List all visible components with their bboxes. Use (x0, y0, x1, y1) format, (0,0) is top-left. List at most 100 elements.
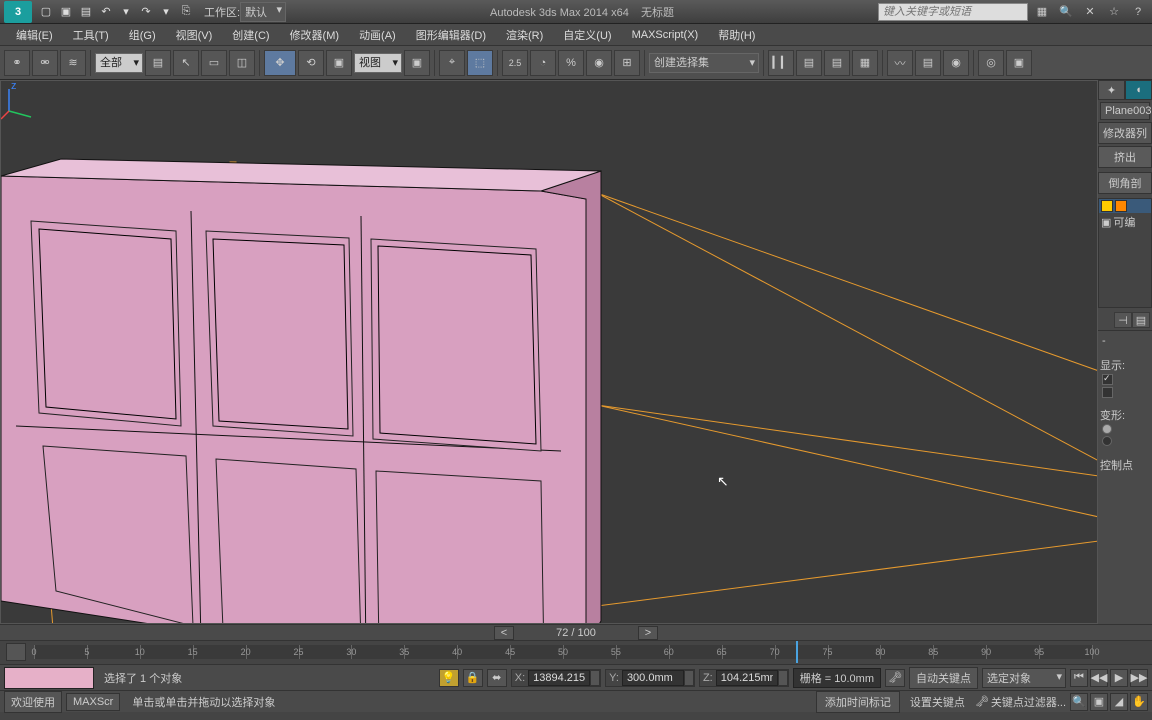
menu-modifiers[interactable]: 修改器(M) (280, 25, 350, 45)
material-editor-icon[interactable]: ◉ (943, 50, 969, 76)
link-icon[interactable]: ⎘ (177, 3, 195, 21)
use-pivot-icon[interactable]: ▣ (404, 50, 430, 76)
time-slider[interactable]: 0510152025303540455055606570758085909510… (0, 640, 1152, 664)
eye-icon[interactable] (1101, 200, 1113, 212)
prev-frame-icon[interactable]: ◀◀ (1090, 669, 1108, 687)
app-icon[interactable]: 3 (4, 1, 32, 23)
percent-snap-icon[interactable]: % (558, 50, 584, 76)
add-time-tag-button[interactable]: 添加时间标记 (816, 691, 900, 713)
menu-customize[interactable]: 自定义(U) (553, 25, 621, 45)
layer-manager-icon[interactable]: ▦ (852, 50, 878, 76)
redo-drop-icon[interactable]: ▾ (157, 3, 175, 21)
stack-header[interactable] (1099, 199, 1151, 213)
search-icon[interactable]: 🔍 (1058, 4, 1074, 20)
keyboard-shortcut-icon[interactable]: ⬚ (467, 50, 493, 76)
select-cursor-icon[interactable]: ↖ (173, 50, 199, 76)
display-check-2[interactable] (1102, 387, 1113, 398)
named-selection-set[interactable]: 创建选择集 (649, 53, 759, 73)
range-left-arrow[interactable]: < (494, 626, 514, 640)
angle-snap-icon[interactable]: ◔ (530, 50, 556, 76)
render-frame-icon[interactable]: ▣ (1006, 50, 1032, 76)
menu-animation[interactable]: 动画(A) (349, 25, 406, 45)
next-frame-icon[interactable]: ▶▶ (1130, 669, 1148, 687)
deform-radio-2[interactable] (1102, 436, 1112, 446)
menu-view[interactable]: 视图(V) (166, 25, 223, 45)
selection-lock-icon[interactable]: 🔒 (463, 669, 483, 687)
pin-stack-icon[interactable]: ⊣ (1114, 312, 1132, 328)
absolute-mode-icon[interactable]: ⬌ (487, 669, 507, 687)
app-small-icon[interactable]: ▦ (1034, 4, 1050, 20)
lock-toggle-icon[interactable]: 💡 (439, 669, 459, 687)
time-config-icon[interactable] (6, 643, 26, 661)
menu-create[interactable]: 创建(C) (222, 25, 279, 45)
tab-create-icon[interactable]: ✦ (1098, 80, 1125, 100)
bulb-icon[interactable] (1115, 200, 1127, 212)
modifier-stack[interactable]: ▣可编 (1098, 198, 1152, 308)
open-icon[interactable]: ▣ (57, 3, 75, 21)
new-icon[interactable]: ▢ (37, 3, 55, 21)
extrude-button[interactable]: 挤出 (1098, 146, 1152, 168)
config-stack-icon[interactable]: ▤ (1132, 312, 1150, 328)
search-input[interactable] (878, 3, 1028, 21)
save-icon[interactable]: ▤ (77, 3, 95, 21)
menu-maxscript[interactable]: MAXScript(X) (622, 27, 709, 43)
x-input[interactable] (528, 670, 590, 686)
workspace-select[interactable]: 默认 (240, 2, 286, 22)
undo-drop-icon[interactable]: ▾ (117, 3, 135, 21)
layers-icon[interactable]: ▤ (824, 50, 850, 76)
window-crossing-icon[interactable]: ◫ (229, 50, 255, 76)
axis-constraint-icon[interactable]: ⊞ (614, 50, 640, 76)
y-spinner[interactable] (684, 670, 694, 686)
time-track[interactable]: 0510152025303540455055606570758085909510… (34, 645, 1092, 659)
object-color-swatch[interactable] (4, 667, 94, 689)
ref-coord-select[interactable]: 视图 (354, 53, 402, 73)
select-by-name-icon[interactable]: ▤ (145, 50, 171, 76)
key-selection-mode[interactable]: 选定对象 (982, 668, 1066, 688)
menu-help[interactable]: 帮助(H) (708, 25, 765, 45)
schematic-view-icon[interactable]: ▤ (915, 50, 941, 76)
range-right-arrow[interactable]: > (638, 626, 658, 640)
selection-filter-select[interactable]: 全部 (95, 53, 143, 73)
undo-icon[interactable]: ↶ (97, 3, 115, 21)
help-icon[interactable]: ? (1130, 4, 1146, 20)
menu-render[interactable]: 渲染(R) (496, 25, 553, 45)
pan-icon[interactable]: ✋ (1130, 693, 1148, 711)
z-spinner[interactable] (778, 670, 788, 686)
chamfer-button[interactable]: 倒角剖 (1098, 172, 1152, 194)
set-key-label[interactable]: 设置关键点 (904, 694, 971, 710)
mirror-icon[interactable]: ▎▎ (768, 50, 794, 76)
rollout-dash[interactable]: - (1100, 333, 1150, 349)
tab-modify-icon[interactable]: ◖ (1125, 80, 1152, 100)
z-input[interactable] (716, 670, 778, 686)
manipulate-icon[interactable]: ⌖ (439, 50, 465, 76)
key-mode-icon[interactable]: 🗝 (885, 669, 905, 687)
welcome-button[interactable]: 欢迎使用 (4, 691, 62, 713)
zoom-all-icon[interactable]: ▣ (1090, 693, 1108, 711)
key-filter-icon[interactable]: 🗝 (975, 695, 989, 708)
spinner-snap-icon[interactable]: ◉ (586, 50, 612, 76)
align-icon[interactable]: ▤ (796, 50, 822, 76)
menu-group[interactable]: 组(G) (119, 25, 166, 45)
goto-start-icon[interactable]: ⏮ (1070, 669, 1088, 687)
unlink-tool-icon[interactable]: ⚮ (32, 50, 58, 76)
curve-editor-icon[interactable]: 〰 (887, 50, 913, 76)
star-icon[interactable]: ☆ (1106, 4, 1122, 20)
modifier-list-label[interactable]: 修改器列 (1098, 122, 1152, 144)
maxscript-listener[interactable]: MAXScr (66, 693, 120, 711)
rotate-tool-icon[interactable]: ⟲ (298, 50, 324, 76)
redo-icon[interactable]: ↷ (137, 3, 155, 21)
zoom-icon[interactable]: 🔍 (1070, 693, 1088, 711)
stack-item-editable[interactable]: ▣可编 (1099, 213, 1151, 231)
object-name-field[interactable]: Plane003 (1100, 102, 1150, 120)
x-spinner[interactable] (590, 670, 600, 686)
snap-toggle-icon[interactable]: 2.5 (502, 50, 528, 76)
play-icon[interactable]: ▶ (1110, 669, 1128, 687)
y-input[interactable] (622, 670, 684, 686)
link-tool-icon[interactable]: ⚭ (4, 50, 30, 76)
menu-edit[interactable]: 编辑(E) (6, 25, 63, 45)
move-tool-icon[interactable]: ✥ (264, 50, 296, 76)
person-icon[interactable]: ✕ (1082, 4, 1098, 20)
perspective-viewport[interactable]: ↖ z (0, 80, 1098, 624)
key-filter-button[interactable]: 关键点过滤器... (991, 694, 1066, 710)
fov-icon[interactable]: ◢ (1110, 693, 1128, 711)
